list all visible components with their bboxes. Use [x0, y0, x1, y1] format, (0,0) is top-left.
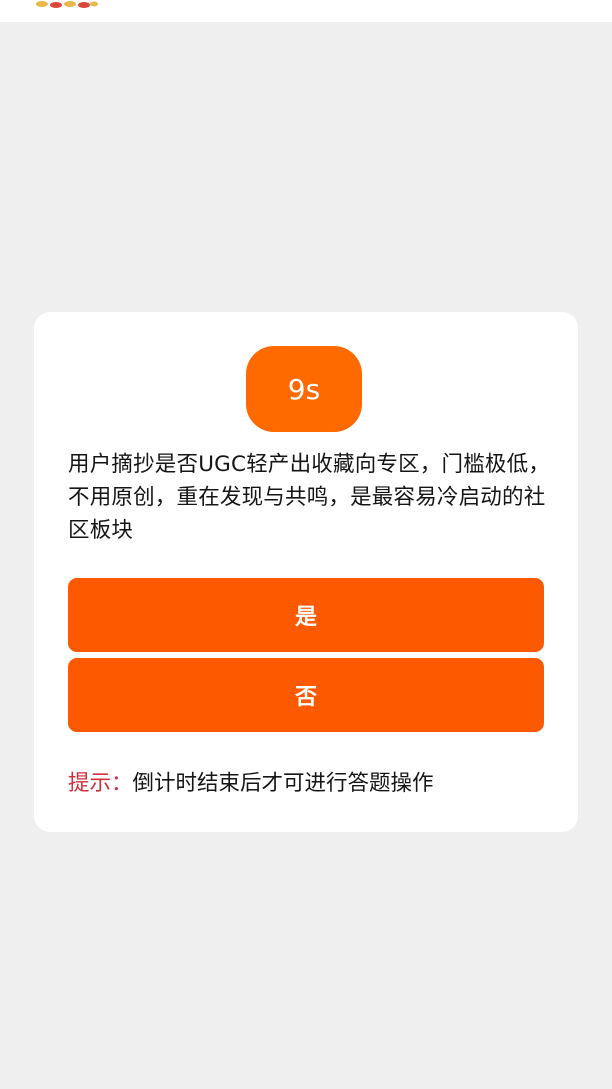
- top-strip: [0, 0, 612, 22]
- hint-label: 提示：: [68, 771, 133, 796]
- hint-text: 倒计时结束后才可进行答题操作: [132, 771, 434, 796]
- decoration-icon: [36, 1, 98, 8]
- countdown-timer: 9s: [246, 346, 362, 432]
- no-button[interactable]: 否: [68, 658, 544, 732]
- quiz-card: 9s 用户摘抄是否UGC轻产出收藏向专区，门槛极低，不用原创，重在发现与共鸣，是…: [34, 312, 578, 832]
- question-text: 用户摘抄是否UGC轻产出收藏向专区，门槛极低，不用原创，重在发现与共鸣，是最容易…: [68, 452, 551, 543]
- hint-row: 提示：倒计时结束后才可进行答题操作: [68, 770, 434, 798]
- yes-button[interactable]: 是: [68, 578, 544, 652]
